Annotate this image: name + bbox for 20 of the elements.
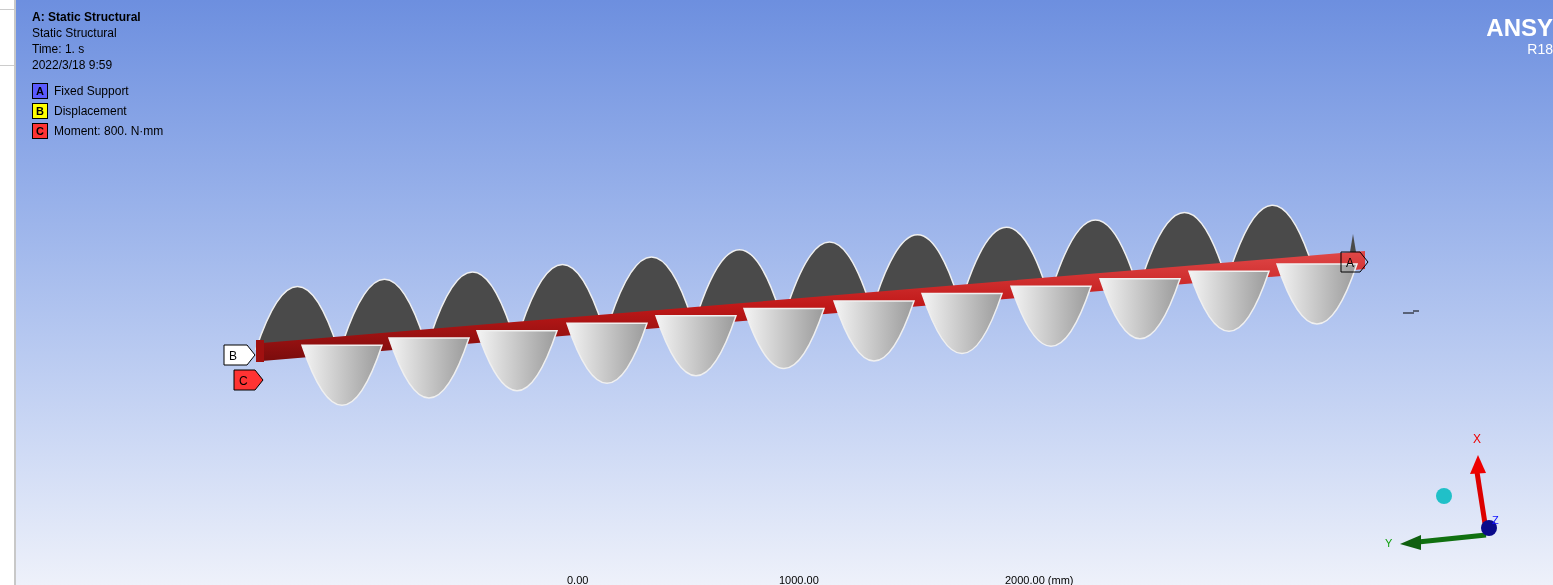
analysis-info: Static Structural — [32, 25, 118, 41]
axis-label: Z — [1492, 513, 1499, 528]
analysis-title: A: Static Structural — [32, 9, 142, 25]
fixed-support-tag: A — [1340, 251, 1369, 273]
scale-label: 0.00 — [567, 573, 590, 585]
legend-label: Displacement — [54, 103, 127, 119]
analysis-info: 2022/3/18 9:59 — [32, 57, 114, 73]
legend-letter: B — [32, 103, 48, 119]
legend-label: Fixed Support — [54, 83, 129, 99]
moment-tag: C — [233, 369, 264, 391]
analysis-info: Time: 1. s — [32, 41, 86, 57]
axis-label: X — [1473, 431, 1481, 448]
displacement-tag: B — [223, 344, 256, 366]
axis-label: Y — [1385, 536, 1393, 551]
legend-letter: A — [32, 83, 48, 99]
logo: ANSY — [1485, 16, 1553, 40]
version-label: R18 — [1527, 42, 1553, 56]
scale-label: 1000.00 — [779, 573, 820, 585]
legend-label: Moment: 800. N·mm — [54, 123, 164, 139]
legend-letter: C — [32, 123, 48, 139]
